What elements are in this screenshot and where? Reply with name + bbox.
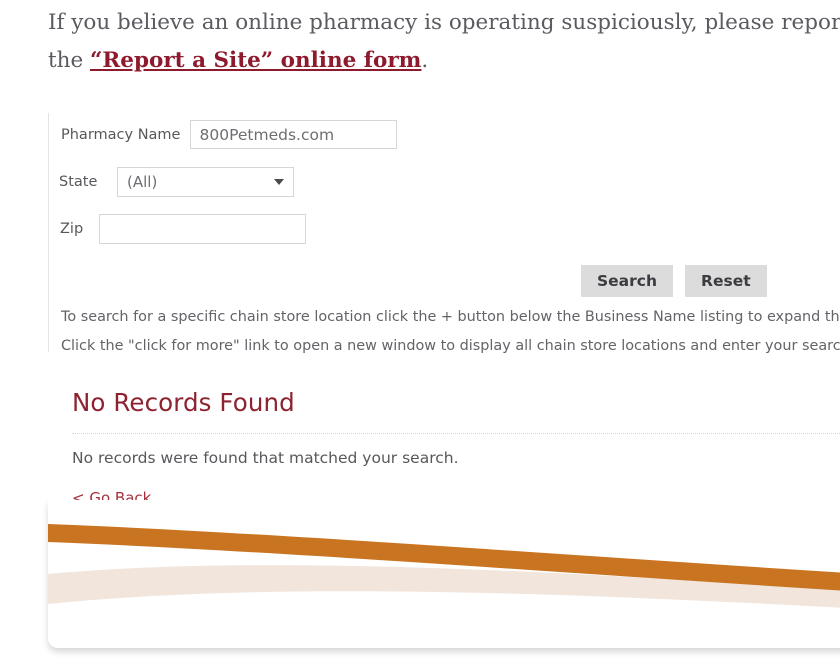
state-label: State <box>59 174 98 190</box>
zip-label: Zip <box>60 221 84 237</box>
zip-input[interactable] <box>99 214 306 244</box>
results-message: No records were found that matched your … <box>72 449 459 467</box>
state-select-value: (All) <box>127 173 158 191</box>
intro-paragraph: If you believe an online pharmacy is ope… <box>48 4 840 80</box>
footer-decoration <box>0 500 840 672</box>
search-helper-text: To search for a specific chain store loc… <box>61 303 840 361</box>
results-divider <box>72 433 840 434</box>
search-form-panel: Pharmacy Name State (All) Zip Search Res… <box>48 113 840 354</box>
pharmacy-name-row: Pharmacy Name <box>61 120 398 149</box>
page-root: If you believe an online pharmacy is ope… <box>0 0 840 672</box>
chevron-down-icon <box>274 179 284 185</box>
zip-row: Zip <box>60 214 306 244</box>
form-button-bar: Search Reset <box>581 265 767 297</box>
pharmacy-name-label: Pharmacy Name <box>61 126 181 143</box>
reset-button[interactable]: Reset <box>685 265 767 297</box>
state-select[interactable]: (All) <box>117 167 294 197</box>
helper-line-2: Click the "click for more" link to open … <box>61 338 840 354</box>
footer-wave-graphic <box>48 524 840 648</box>
state-row: State (All) <box>59 167 294 197</box>
search-button[interactable]: Search <box>581 265 674 297</box>
helper-line-1: To search for a specific chain store loc… <box>61 309 840 325</box>
footer-card <box>48 500 840 648</box>
pharmacy-name-input[interactable] <box>190 120 398 149</box>
results-title: No Records Found <box>72 388 295 417</box>
intro-text-after: . <box>421 48 429 73</box>
report-a-site-link[interactable]: “Report a Site” online form <box>90 48 421 73</box>
